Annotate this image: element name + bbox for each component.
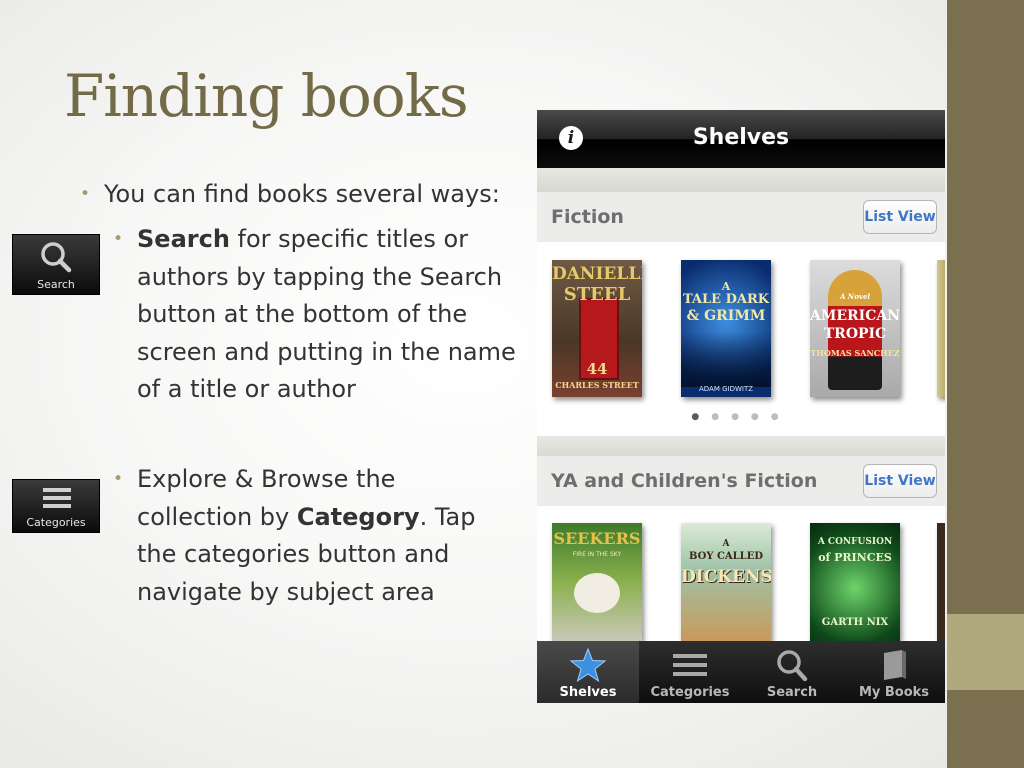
book-title: TALE DARK	[682, 292, 770, 307]
book-cover[interactable]: DANIELLE STEEL 44 CHARLES STREET	[552, 260, 642, 397]
shelf-title: Fiction	[551, 206, 624, 228]
list-icon	[673, 654, 707, 676]
book-title: of PRINCES	[818, 551, 892, 564]
shelf-ya-books: SEEKERS FIRE IN THE SKY A BOY CALLED DIC…	[537, 506, 945, 641]
bear-illustration	[574, 573, 620, 613]
bullet-category-bold: Category	[296, 502, 420, 531]
search-icon	[41, 242, 72, 273]
book-author: THOMAS SANCHEZ	[810, 348, 900, 358]
tab-label: Categories	[650, 685, 730, 700]
search-button-illustration: Search	[12, 234, 100, 295]
shelf-fiction-books: DANIELLE STEEL 44 CHARLES STREET A TALE …	[537, 242, 945, 436]
list-view-button[interactable]: List View	[863, 464, 937, 498]
book-tagline: A Novel	[839, 292, 871, 301]
search-button-label: Search	[37, 278, 75, 291]
tab-my-books[interactable]: My Books	[843, 641, 945, 703]
star-icon	[569, 647, 607, 683]
tab-categories[interactable]: Categories	[639, 641, 741, 703]
bullet-category: • Explore & Browse the collection by Cat…	[113, 461, 517, 611]
book-title: SEEKERS	[553, 529, 641, 548]
categories-button-illustration: Categories	[12, 479, 100, 533]
search-icon	[777, 650, 808, 682]
book-title: A	[722, 539, 730, 549]
book-subtitle: FIRE IN THE SKY	[572, 551, 622, 558]
book-title: DICKENS	[681, 567, 771, 587]
shelf-header-fiction: Fiction List View	[537, 192, 945, 242]
list-icon	[43, 488, 71, 508]
page-dot-active: ●	[691, 412, 712, 422]
page-dot: ●	[731, 412, 751, 422]
shelf-title: YA and Children's Fiction	[551, 470, 818, 492]
bullet-dot: •	[113, 229, 124, 249]
nav-bar: i Shelves	[537, 110, 945, 168]
book-title: & GRIMM	[686, 308, 766, 324]
tab-label: Search	[766, 685, 818, 700]
book-cover[interactable]: SEEKERS FIRE IN THE SKY	[552, 523, 642, 641]
bullet-dot: •	[113, 469, 124, 489]
book-cover[interactable]: A Novel AMERICAN TROPIC THOMAS SANCHEZ	[810, 260, 900, 397]
book-author: ADAM GIDWITZ	[698, 385, 754, 393]
page-dot: ●	[711, 412, 732, 422]
app-screenshot: i Shelves Fiction List View DANIELLE STE…	[537, 110, 945, 703]
book-title: A CONFUSION	[817, 537, 893, 547]
book-title: AMERICAN	[810, 308, 900, 324]
bullet-text: You can find books several ways:	[104, 180, 500, 208]
bullet-find-books: • You can find books several ways:	[80, 176, 500, 214]
book-icon	[884, 650, 906, 680]
page-indicator: ●●●●●	[537, 412, 945, 422]
book-cover-partial[interactable]	[937, 523, 945, 641]
tree-silhouette	[681, 332, 771, 387]
bullet-dot: •	[80, 184, 91, 204]
page-dot: ●	[770, 412, 791, 422]
bullet-search: • Search for specific titles or authors …	[113, 221, 532, 409]
slide-title: Finding books	[64, 62, 469, 130]
book-author: GARTH NIX	[821, 617, 889, 628]
shelf-header-ya: YA and Children's Fiction List View	[537, 456, 945, 506]
tab-shelves[interactable]: Shelves	[537, 641, 639, 703]
book-cover[interactable]: A CONFUSION of PRINCES GARTH NIX	[810, 523, 900, 641]
book-cover-partial[interactable]	[937, 260, 945, 397]
bullet-search-bold: Search	[137, 225, 230, 253]
tab-search[interactable]: Search	[741, 641, 843, 703]
list-view-button[interactable]: List View	[863, 200, 937, 234]
page-dot: ●	[750, 412, 771, 422]
nav-title: Shelves	[692, 125, 790, 150]
book-subtitle: CHARLES STREET	[555, 380, 639, 390]
tab-label: Shelves	[559, 685, 617, 700]
tab-bar: Shelves Categories Search My Books	[537, 641, 945, 703]
decorative-side-accent	[947, 614, 1024, 690]
book-number: 44	[586, 360, 608, 378]
book-cover[interactable]: A TALE DARK & GRIMM ADAM GIDWITZ	[681, 260, 771, 397]
shelf-divider	[537, 168, 945, 192]
book-title: BOY CALLED	[688, 551, 764, 562]
book-title: DANIELLE	[552, 264, 642, 284]
categories-button-label: Categories	[26, 516, 86, 529]
tab-label: My Books	[858, 685, 930, 700]
book-title: TROPIC	[823, 326, 887, 342]
book-title: STEEL	[563, 284, 631, 305]
book-cover[interactable]: A BOY CALLED DICKENS	[681, 523, 771, 641]
